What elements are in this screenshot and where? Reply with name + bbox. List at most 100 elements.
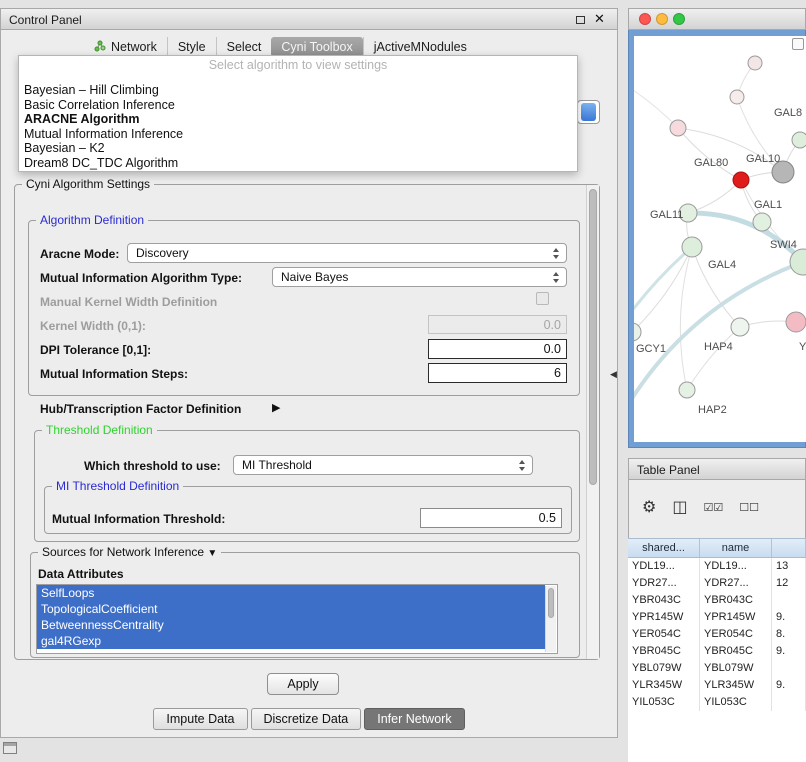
mi-threshold-input[interactable] [420, 508, 562, 528]
algorithm-option-bayesian-hill-climbing[interactable]: Bayesian – Hill Climbing [19, 83, 577, 98]
table-row[interactable]: YLR345WYLR345W9. [628, 677, 806, 694]
mi-threshold-label: Mutual Information Threshold: [52, 512, 225, 526]
control-panel-titlebar[interactable]: Control Panel ✕ [0, 8, 618, 30]
settings-scrollbar[interactable] [586, 185, 599, 659]
mi-steps-label: Mutual Information Steps: [40, 367, 188, 381]
expand-arrow-icon[interactable]: ▶ [272, 401, 280, 414]
mi-type-select[interactable]: Naive Bayes [272, 267, 567, 287]
panel-collapse-arrow-icon[interactable]: ◀ [610, 369, 617, 380]
manual-kernel-checkbox[interactable] [536, 292, 549, 305]
table-cell: YDR27... [700, 575, 772, 592]
table-row[interactable]: YDL19...YDL19...13 [628, 558, 806, 575]
aracne-mode-select[interactable]: Discovery [127, 243, 567, 263]
clear-checks-icon[interactable]: ☐☐ [739, 501, 759, 514]
algorithm-option-aracne-algorithm[interactable]: ARACNE Algorithm [19, 112, 577, 127]
combo-arrows-icon [519, 460, 526, 471]
attribute-option-selfloops[interactable]: SelfLoops [37, 585, 545, 601]
collapse-arrow-icon[interactable]: ▼ [207, 548, 217, 559]
column-header-shared[interactable]: shared... [628, 539, 700, 557]
graph-node-faint-top[interactable] [748, 56, 762, 70]
table-cell: 12 [772, 575, 806, 592]
table-cell: YER054C [628, 626, 700, 643]
attribute-option-gal4rgexp[interactable]: gal4RGexp [37, 633, 545, 649]
table-row[interactable]: YPR145WYPR145W9. [628, 609, 806, 626]
data-attributes-listbox[interactable]: SelfLoopsTopologicalCoefficientBetweenne… [36, 584, 558, 654]
graph-node-pink-top[interactable] [670, 120, 686, 136]
list-scrollbar[interactable] [545, 586, 556, 652]
tab-select[interactable]: Select [216, 37, 272, 57]
close-window-icon[interactable]: ✕ [594, 11, 605, 27]
data-attributes-label: Data Attributes [38, 567, 124, 581]
graph-node-hap2[interactable] [679, 382, 695, 398]
minimize-button[interactable] [656, 13, 668, 25]
bottom-tab-discretize-data[interactable]: Discretize Data [251, 708, 362, 730]
graph-edge[interactable] [634, 81, 678, 128]
graph-node-white-top[interactable] [730, 90, 744, 104]
network-window-titlebar[interactable] [628, 8, 806, 30]
list-scrollbar-thumb[interactable] [548, 588, 554, 618]
bottom-tab-infer-network[interactable]: Infer Network [364, 708, 464, 730]
settings-scrollbar-thumb[interactable] [589, 189, 597, 485]
attribute-option-betweennesscentrality[interactable]: BetweennessCentrality [37, 617, 545, 633]
select-all-icon[interactable]: ☑☑ [703, 501, 723, 514]
algorithm-option-basic-correlation-inference[interactable]: Basic Correlation Inference [19, 98, 577, 113]
algorithm-definition-legend: Algorithm Definition [36, 213, 148, 227]
graph-edge[interactable] [634, 262, 803, 408]
table-cell: YLR345W [700, 677, 772, 694]
graph-edge[interactable] [688, 213, 803, 262]
graph-node-pink-right[interactable] [786, 312, 806, 332]
dpi-tolerance-input[interactable] [428, 339, 567, 359]
table-cell: YDL19... [628, 558, 700, 575]
table-row[interactable]: YBR043CYBR043C [628, 592, 806, 609]
algorithm-dropdown-list: Select algorithm to view settings Bayesi… [18, 55, 578, 172]
which-threshold-label: Which threshold to use: [84, 459, 221, 473]
tab-cyni-toolbox[interactable]: Cyni Toolbox [271, 37, 362, 57]
table-row[interactable]: YER054CYER054C8. [628, 626, 806, 643]
graph-node-gal1[interactable] [753, 213, 771, 231]
combo-arrows-icon [553, 272, 560, 283]
graph-node-red[interactable] [733, 172, 749, 188]
tab-jactivemnodules[interactable]: jActiveMNodules [363, 37, 477, 57]
zoom-button[interactable] [673, 13, 685, 25]
kernel-width-input[interactable] [428, 315, 567, 334]
birdseye-toggle[interactable] [792, 38, 804, 50]
algorithm-option-bayesian-k2[interactable]: Bayesian – K2 [19, 141, 577, 156]
table-cell [772, 694, 806, 711]
table-panel-titlebar[interactable]: Table Panel [628, 458, 806, 480]
hub-definition-label[interactable]: Hub/Transcription Factor Definition [40, 402, 241, 416]
mi-steps-input[interactable] [428, 363, 567, 383]
graph-node-gcy1[interactable] [634, 323, 641, 341]
table-row[interactable]: YBL079WYBL079W [628, 660, 806, 677]
columns-icon[interactable]: ◫ [672, 497, 687, 517]
close-button[interactable] [639, 13, 651, 25]
graph-node-green-topright[interactable] [792, 132, 806, 148]
graph-node-gal4[interactable] [682, 237, 702, 257]
threshold-type-select[interactable]: MI Threshold [233, 455, 533, 475]
network-canvas[interactable]: GAL8GAL80GAL10GAL11GAL1SWI4GAL4GCY1HAP4Y… [634, 36, 806, 442]
column-header-name[interactable]: name [700, 539, 772, 557]
table-row[interactable]: YIL053CYIL053C [628, 694, 806, 711]
attribute-option-topologicalcoefficient[interactable]: TopologicalCoefficient [37, 601, 545, 617]
graph-edge[interactable] [634, 247, 692, 336]
restore-panel-icon[interactable] [3, 742, 17, 754]
algorithm-option-dream8-dc-tdc-algorithm[interactable]: Dream8 DC_TDC Algorithm [19, 156, 577, 171]
sources-legend[interactable]: Sources for Network Inference ▼ [38, 545, 221, 559]
table-row[interactable]: YBR045CYBR045C9. [628, 643, 806, 660]
tab-style[interactable]: Style [167, 37, 216, 57]
table-cell: YPR145W [700, 609, 772, 626]
gear-icon[interactable]: ⚙ [642, 497, 656, 517]
table-row[interactable]: YDR27...YDR27...12 [628, 575, 806, 592]
algorithm-option-mutual-information-inference[interactable]: Mutual Information Inference [19, 127, 577, 142]
network-graph[interactable]: GAL8GAL80GAL10GAL11GAL1SWI4GAL4GCY1HAP4Y… [634, 36, 806, 442]
apply-button[interactable]: Apply [267, 673, 339, 695]
graph-node-hap4[interactable] [731, 318, 749, 336]
graph-edge[interactable] [687, 327, 740, 390]
bottom-tab-impute-data[interactable]: Impute Data [153, 708, 247, 730]
float-window-icon[interactable] [576, 16, 585, 24]
algorithm-combo-button[interactable] [577, 100, 600, 124]
tab-label: Select [227, 40, 262, 54]
graph-edge[interactable] [678, 128, 741, 180]
column-header-col2[interactable] [772, 539, 806, 557]
table-cell: YER054C [700, 626, 772, 643]
graph-edge[interactable] [680, 247, 692, 390]
